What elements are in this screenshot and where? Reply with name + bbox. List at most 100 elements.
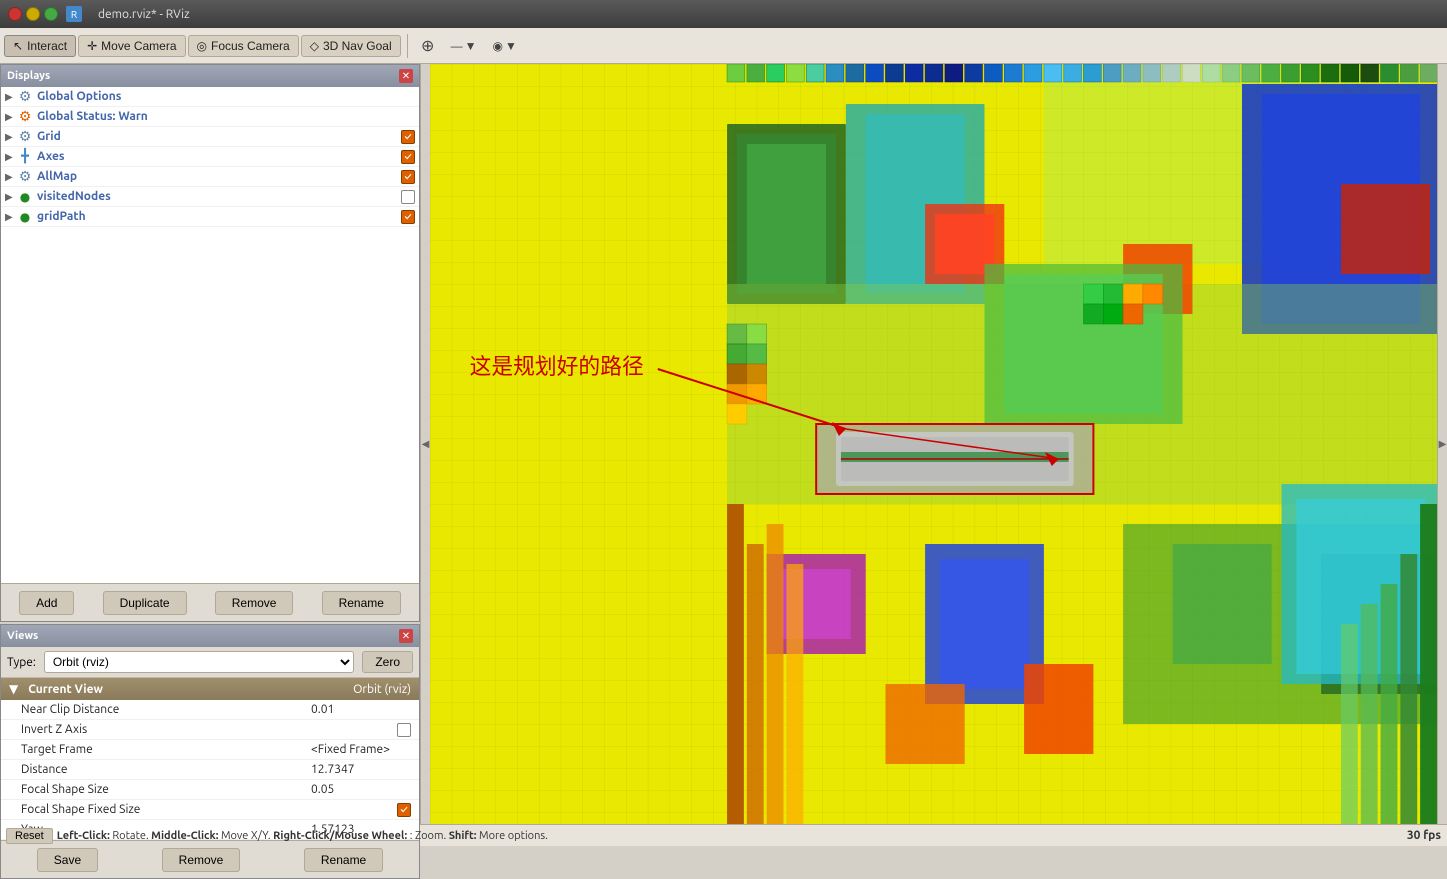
allmap-icon: ⚙ [17, 169, 33, 185]
target-frame-label: Target Frame [21, 743, 311, 756]
grid-overlay [430, 64, 1437, 824]
visited-nodes-icon: ● [17, 189, 33, 205]
allmap-label: AllMap [37, 170, 401, 183]
status-instructions: Left-Click: Rotate. Middle-Click: Move X… [57, 830, 548, 842]
grid-icon: ⚙ [17, 129, 33, 145]
displays-panel-close[interactable]: ✕ [399, 69, 413, 83]
tree-item-axes[interactable]: ▶ ╋ Axes ✓ [1, 147, 419, 167]
tree-item-allmap[interactable]: ▶ ⚙ AllMap ✓ [1, 167, 419, 187]
gridpath-checkbox[interactable]: ✓ [401, 210, 415, 224]
current-view-header[interactable]: ▼ Current View Orbit (rviz) [1, 678, 419, 700]
toolbar-separator-1 [407, 34, 408, 58]
svg-text:这是规划好的路径: 这是规划好的路径 [470, 354, 644, 379]
warn-icon: ⚙ [17, 109, 33, 125]
views-zero-button[interactable]: Zero [362, 651, 413, 673]
near-clip-value[interactable]: 0.01 [311, 703, 411, 716]
near-clip-label: Near Clip Distance [21, 703, 311, 716]
viewport-svg: 这是规划好的路径 [430, 64, 1437, 824]
axes-icon: ╋ [17, 149, 33, 165]
param-focal-shape-size: Focal Shape Size 0.05 [1, 780, 419, 800]
titlebar: R demo.rviz* - RViz [0, 0, 1447, 28]
global-status-label: Global Status: Warn [37, 110, 415, 123]
move-camera-icon: ✛ [87, 39, 97, 53]
maximize-button[interactable] [44, 7, 58, 21]
views-panel-header[interactable]: Views ✕ [1, 625, 419, 647]
invert-z-label: Invert Z Axis [21, 723, 397, 736]
expander-icon-6: ▶ [5, 191, 17, 203]
interact-button[interactable]: ↖ Interact [4, 35, 76, 57]
move-camera-button[interactable]: ✛ Move Camera [78, 35, 185, 57]
expander-icon-5: ▶ [5, 171, 17, 183]
views-type-row: Type: Orbit (rviz) Zero [1, 647, 419, 678]
cursor-icon: ↖ [13, 39, 23, 53]
invert-z-checkbox[interactable] [397, 723, 411, 737]
target-frame-value[interactable]: <Fixed Frame> [311, 743, 411, 756]
duplicate-display-button[interactable]: Duplicate [103, 591, 187, 615]
visited-nodes-label: visitedNodes [37, 190, 401, 203]
displays-tree[interactable]: ▶ ⚙ Global Options ▶ ⚙ Global Status: Wa… [1, 87, 419, 583]
current-view-expander: ▼ [9, 682, 18, 696]
axes-label: Axes [37, 150, 401, 163]
gridpath-label: gridPath [37, 210, 401, 223]
tree-item-grid[interactable]: ▶ ⚙ Grid ✓ [1, 127, 419, 147]
interact-mode-dropdown[interactable]: — ▼ [444, 35, 484, 57]
expander-icon: ▶ [5, 91, 17, 103]
interact-mode-icon: — [451, 39, 463, 53]
main-toolbar: ↖ Interact ✛ Move Camera ◎ Focus Camera … [0, 28, 1447, 64]
distance-value[interactable]: 12.7347 [311, 763, 411, 776]
main-layout: Displays ✕ ▶ ⚙ Global Options ▶ ⚙ Global… [0, 64, 1447, 824]
axes-checkbox[interactable]: ✓ [401, 150, 415, 164]
focal-shape-fixed-checkbox[interactable]: ✓ [397, 803, 411, 817]
focal-shape-size-label: Focal Shape Size [21, 783, 311, 796]
tree-item-gridpath[interactable]: ▶ ● gridPath ✓ [1, 207, 419, 227]
right-panel-handle[interactable]: ▶ [1437, 64, 1447, 824]
3d-viewport[interactable]: 这是规划好的路径 [430, 64, 1437, 824]
allmap-checkbox[interactable]: ✓ [401, 170, 415, 184]
expander-icon-2: ▶ [5, 111, 17, 123]
focal-shape-fixed-label: Focal Shape Fixed Size [21, 803, 397, 816]
param-focal-shape-fixed: Focal Shape Fixed Size ✓ [1, 800, 419, 820]
settings-icon: ⚙ [17, 89, 33, 105]
window-controls[interactable] [8, 7, 58, 21]
tree-item-global-options[interactable]: ▶ ⚙ Global Options [1, 87, 419, 107]
camera-mode-dropdown[interactable]: ◉ ▼ [486, 35, 524, 57]
panel-collapse-handle[interactable]: ◀ [420, 64, 430, 824]
current-view-label: Current View [28, 683, 103, 696]
global-options-label: Global Options [37, 90, 415, 103]
reset-button[interactable]: Reset [6, 828, 53, 844]
displays-panel-title: Displays [7, 70, 50, 82]
displays-panel-header[interactable]: Displays ✕ [1, 65, 419, 87]
focus-camera-button[interactable]: ◎ Focus Camera [188, 35, 299, 57]
tree-item-visited-nodes[interactable]: ▶ ● visitedNodes [1, 187, 419, 207]
remove-view-button[interactable]: Remove [162, 848, 241, 872]
views-type-select[interactable]: Orbit (rviz) [44, 651, 354, 673]
views-type-label: Type: [7, 656, 36, 669]
save-view-button[interactable]: Save [37, 848, 98, 872]
camera-eye-icon: ◉ [493, 39, 503, 53]
focal-shape-size-value[interactable]: 0.05 [311, 783, 411, 796]
remove-display-button[interactable]: Remove [215, 591, 294, 615]
expander-icon-3: ▶ [5, 131, 17, 143]
left-panel: Displays ✕ ▶ ⚙ Global Options ▶ ⚙ Global… [0, 64, 420, 824]
arrows-button[interactable]: ⊕ [414, 32, 442, 60]
grid-label: Grid [37, 130, 401, 143]
gridpath-icon: ● [17, 209, 33, 225]
rename-display-button[interactable]: Rename [322, 591, 401, 615]
views-panel-close[interactable]: ✕ [399, 629, 413, 643]
close-button[interactable] [8, 7, 22, 21]
displays-footer: Add Duplicate Remove Rename [1, 583, 419, 621]
rename-view-button[interactable]: Rename [304, 848, 383, 872]
nav-goal-button[interactable]: ◇ 3D Nav Goal [301, 35, 401, 57]
chevron-down-icon: ▼ [465, 39, 477, 53]
current-view-type: Orbit (rviz) [353, 683, 411, 696]
grid-checkbox[interactable]: ✓ [401, 130, 415, 144]
tree-item-global-status[interactable]: ▶ ⚙ Global Status: Warn [1, 107, 419, 127]
visited-nodes-checkbox[interactable] [401, 190, 415, 204]
param-distance: Distance 12.7347 [1, 760, 419, 780]
focus-camera-icon: ◎ [197, 39, 207, 53]
chevron-down-icon-2: ▼ [505, 39, 517, 53]
add-display-button[interactable]: Add [19, 591, 74, 615]
displays-panel: Displays ✕ ▶ ⚙ Global Options ▶ ⚙ Global… [0, 64, 420, 622]
window-title: demo.rviz* - RViz [98, 8, 190, 21]
minimize-button[interactable] [26, 7, 40, 21]
